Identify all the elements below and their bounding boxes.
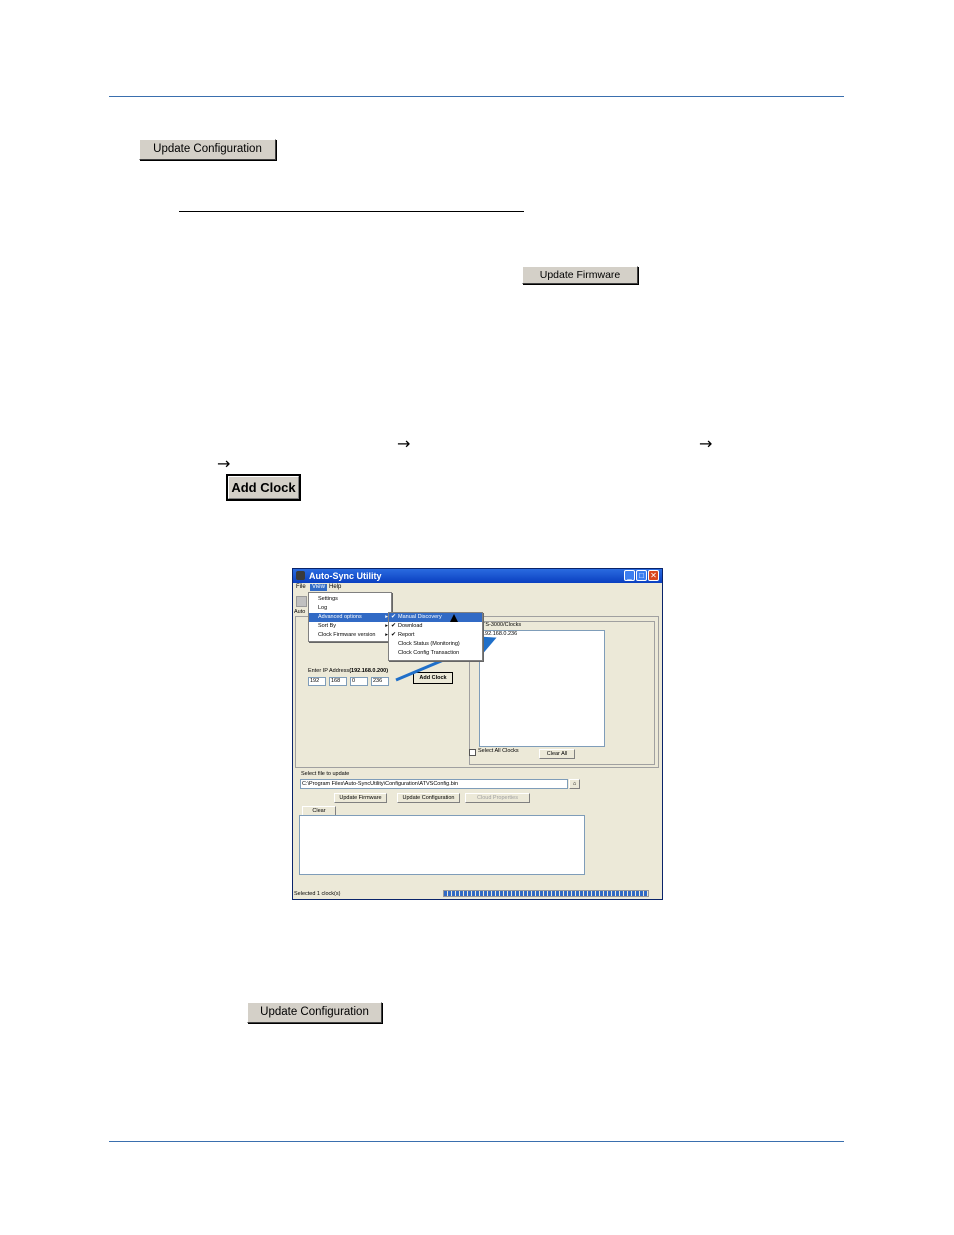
browse-folder-icon[interactable]: ⌂ bbox=[569, 779, 580, 789]
update-configuration-small-button[interactable]: Update Configuration bbox=[397, 793, 460, 803]
header-rule bbox=[109, 96, 844, 97]
view-menu: Settings Log Advanced options ▸ Sort By ▸ … bbox=[308, 592, 392, 642]
menu-clock-config[interactable]: Clock Config Transaction bbox=[389, 649, 482, 658]
menu-log[interactable]: Log bbox=[309, 604, 391, 613]
disabled-button: Cloud Properties bbox=[465, 793, 530, 803]
progress-bar bbox=[443, 890, 649, 897]
menu-advanced-options-label: Advanced options bbox=[318, 614, 362, 620]
mouse-cursor-icon bbox=[450, 614, 458, 622]
add-clock-button-label: Add Clock bbox=[228, 476, 299, 499]
menu-advanced-options[interactable]: Advanced options ▸ bbox=[309, 613, 391, 622]
file-path-text: C:\Program Files\Auto-SyncUtility\Config… bbox=[302, 781, 459, 787]
advanced-submenu: ✔ Manual Discovery ✔ Download ✔ Report Cloc… bbox=[388, 612, 483, 661]
menu-download[interactable]: ✔ Download bbox=[389, 622, 482, 631]
footer-rule bbox=[109, 1141, 844, 1142]
status-bar-text: Selected 1 clock(s) bbox=[294, 891, 341, 897]
add-clock-button[interactable]: Add Clock bbox=[226, 474, 301, 501]
menu-manual-discovery-label: Manual Discovery bbox=[398, 614, 442, 620]
arrow-icon-2: → bbox=[699, 434, 713, 453]
select-file-label: Select file to update bbox=[301, 771, 350, 777]
auto-sync-utility-window: Auto-Sync Utility _ □ ✕ File View Help A… bbox=[292, 568, 663, 900]
update-firmware-button[interactable]: Update Firmware bbox=[522, 266, 638, 284]
update-configuration-button-top[interactable]: Update Configuration bbox=[139, 139, 276, 160]
menu-clock-firmware[interactable]: Clock Firmware version ▸ bbox=[309, 631, 391, 640]
arrow-icon-3: → bbox=[217, 454, 231, 473]
menu-clock-firmware-label: Clock Firmware version bbox=[318, 632, 376, 638]
log-textarea[interactable] bbox=[299, 815, 585, 875]
menu-clock-status[interactable]: Clock Status (Monitoring) bbox=[389, 640, 482, 649]
update-firmware-small-button[interactable]: Update Firmware bbox=[334, 793, 387, 803]
arrow-icon-1: → bbox=[397, 434, 411, 453]
menu-manual-discovery[interactable]: ✔ Manual Discovery bbox=[389, 613, 482, 622]
update-configuration-button-bottom[interactable]: Update Configuration bbox=[247, 1002, 382, 1023]
menu-settings[interactable]: Settings bbox=[309, 595, 391, 604]
menu-download-label: Download bbox=[398, 623, 423, 629]
menu-report-label: Report bbox=[398, 632, 415, 638]
menu-sort-by[interactable]: Sort By ▸ bbox=[309, 622, 391, 631]
menu-report[interactable]: ✔ Report bbox=[389, 631, 482, 640]
file-path-input[interactable]: C:\Program Files\Auto-SyncUtility\Config… bbox=[300, 779, 568, 789]
menu-sort-by-label: Sort By bbox=[318, 623, 337, 629]
link-underline bbox=[179, 211, 524, 212]
